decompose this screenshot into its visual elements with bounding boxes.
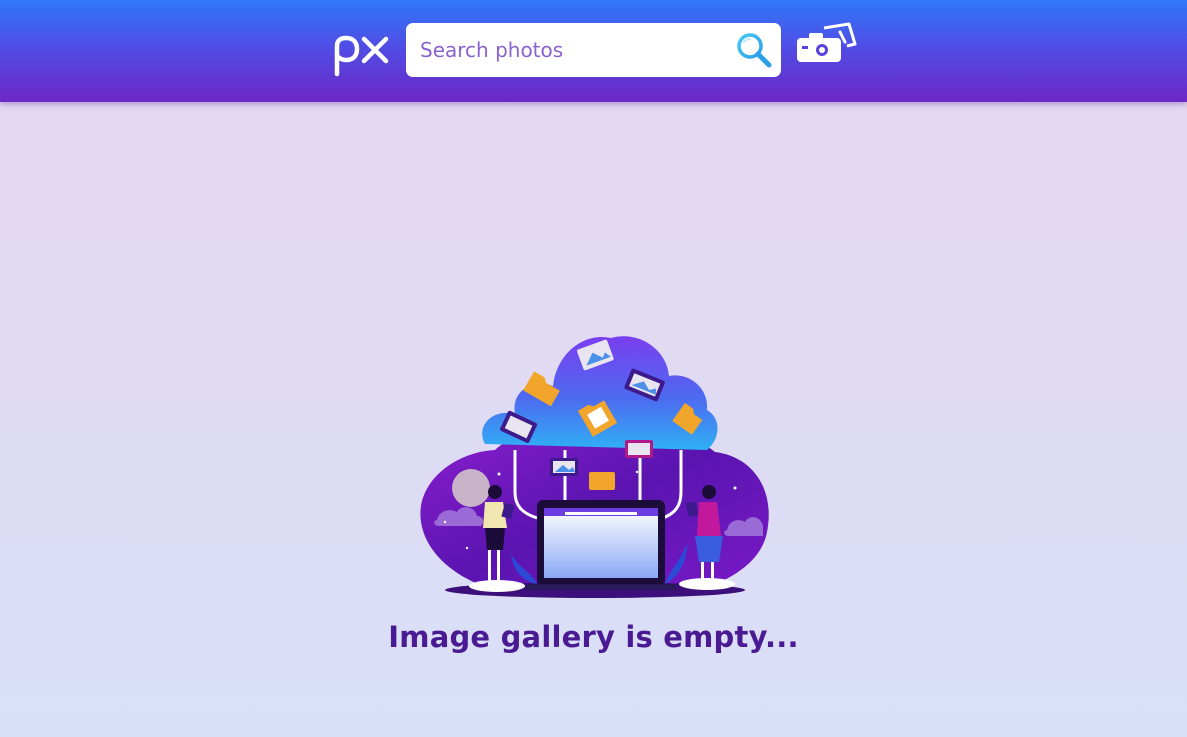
search-button[interactable] [734,30,774,70]
px-logo-icon [334,35,389,77]
search-input[interactable] [420,23,730,77]
cloud-gallery-illustration-icon [420,336,769,598]
camera-upload-icon [797,22,857,62]
empty-gallery-illustration [415,322,773,604]
search-bar [406,23,781,77]
camera-upload-button[interactable] [795,22,857,66]
search-icon [737,33,772,68]
top-navigation-bar [0,0,1187,102]
empty-gallery-message: Image gallery is empty... [388,620,799,654]
logo[interactable] [333,30,391,78]
